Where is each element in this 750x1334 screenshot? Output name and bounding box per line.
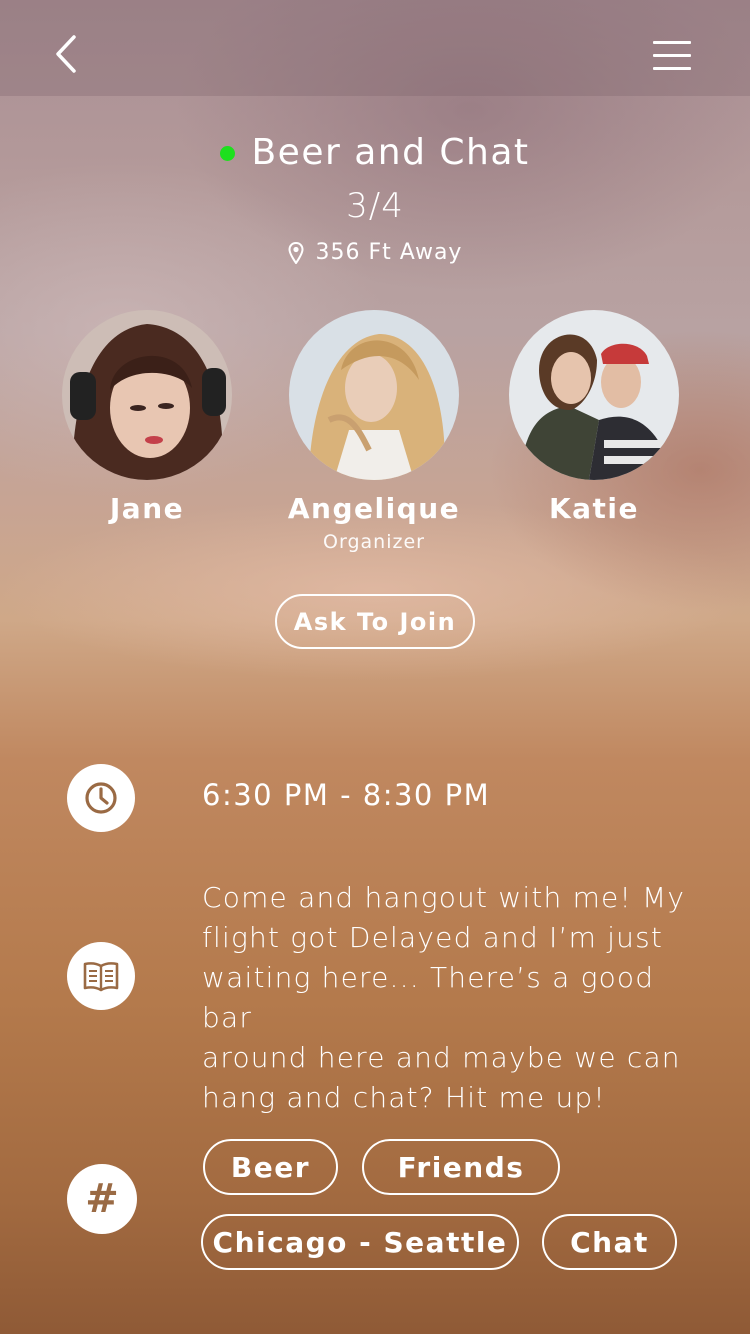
clock-icon	[85, 782, 117, 814]
tags-icon-circle: #	[67, 1164, 137, 1234]
avatar-photo-jane	[62, 310, 232, 480]
avatar[interactable]	[509, 310, 679, 480]
avatar[interactable]	[289, 310, 459, 480]
event-description: Come and hangout with me! My flight got …	[202, 878, 702, 1118]
event-time: 6:30 PM - 8:30 PM	[202, 778, 491, 812]
hamburger-menu-icon	[653, 41, 691, 44]
attendee-list: Jane Angelique Organizer Katie	[0, 310, 750, 570]
event-title: Beer and Chat	[251, 131, 530, 173]
description-line: flight got Delayed and I’m just	[202, 921, 664, 954]
map-pin-icon	[288, 241, 304, 264]
ask-to-join-button[interactable]: Ask To Join	[275, 594, 475, 649]
avatar-photo-katie	[509, 310, 679, 480]
attendee-role: Organizer	[323, 531, 425, 553]
title-row: Beer and Chat	[0, 128, 750, 176]
avatar-photo-angelique	[289, 310, 459, 480]
hamburger-line	[653, 54, 691, 57]
attendee-jane[interactable]: Jane	[27, 310, 267, 525]
attendee-name: Katie	[548, 492, 640, 525]
tag-chicago-seattle[interactable]: Chicago - Seattle	[201, 1214, 519, 1270]
status-indicator	[220, 145, 236, 161]
attendee-angelique[interactable]: Angelique Organizer	[254, 310, 494, 553]
distance-row: 356 Ft Away	[0, 240, 750, 265]
attendee-count: 3/4	[346, 186, 404, 226]
attendee-name: Jane	[109, 492, 185, 525]
description-line: around here and maybe we can	[202, 1041, 681, 1074]
description-line: Come and hangout with me! My	[202, 881, 686, 914]
chevron-left-icon	[56, 35, 76, 73]
tag-friends[interactable]: Friends	[362, 1139, 560, 1195]
avatar[interactable]	[62, 310, 232, 480]
hamburger-line	[653, 67, 691, 70]
tag-beer[interactable]: Beer	[203, 1139, 338, 1195]
attendee-name: Angelique	[287, 492, 461, 525]
event-header: Beer and Chat 3/4 356 Ft Away	[0, 128, 750, 265]
description-icon-circle	[67, 942, 135, 1010]
top-bar	[0, 0, 750, 96]
description-line: waiting here... There’s a good bar	[202, 961, 655, 1034]
back-button[interactable]	[40, 26, 96, 82]
attendee-katie[interactable]: Katie	[474, 310, 714, 525]
hashtag-icon: #	[85, 1176, 119, 1222]
distance-text: 356 Ft Away	[315, 240, 463, 265]
book-icon	[83, 962, 119, 992]
description-line: hang and chat? Hit me up!	[202, 1081, 606, 1114]
tag-chat[interactable]: Chat	[542, 1214, 677, 1270]
menu-button[interactable]	[640, 30, 704, 80]
time-icon-circle	[67, 764, 135, 832]
